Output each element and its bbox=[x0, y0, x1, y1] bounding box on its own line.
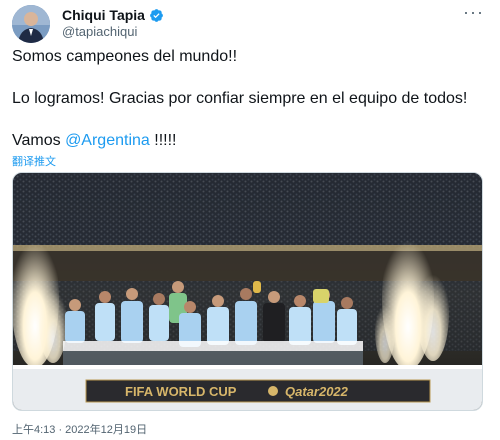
tweet-line-3: Vamos @Argentina !!!!! bbox=[12, 130, 488, 151]
translate-tweet-link[interactable]: 翻译推文 bbox=[12, 153, 56, 169]
tweet-line-1: Somos campeones del mundo!! bbox=[12, 48, 238, 65]
tweet-media-photo[interactable]: FIFA WORLD CUP Qatar2022 bbox=[12, 172, 483, 411]
tweet-text: Somos campeones del mundo!! Lo logramos!… bbox=[12, 46, 488, 151]
celebration-photo: FIFA WORLD CUP Qatar2022 bbox=[13, 173, 482, 410]
mention-link[interactable]: @Argentina bbox=[65, 132, 150, 149]
more-dots-icon[interactable]: ··· bbox=[463, 2, 484, 23]
tweet-timestamp[interactable]: 上午4:13 · 2022年12月19日 bbox=[12, 421, 147, 437]
author-name[interactable]: Chiqui Tapia bbox=[62, 7, 164, 23]
tweet-card: Chiqui Tapia @tapiachiqui ··· Somos camp… bbox=[0, 0, 500, 440]
banner-left-text: FIFA WORLD CUP bbox=[125, 384, 237, 399]
author-avatar[interactable] bbox=[12, 5, 50, 43]
banner-right-text: Qatar2022 bbox=[285, 384, 349, 399]
author-handle[interactable]: @tapiachiqui bbox=[62, 24, 137, 39]
tweet-line-3-prefix: Vamos bbox=[12, 132, 66, 149]
tweet-line-2: Lo logramos! Gracias por confiar siempre… bbox=[12, 90, 468, 107]
tweet-line-3-suffix: !!!!! bbox=[149, 132, 177, 149]
trophy-icon bbox=[268, 386, 278, 396]
verified-badge-icon bbox=[150, 9, 163, 22]
